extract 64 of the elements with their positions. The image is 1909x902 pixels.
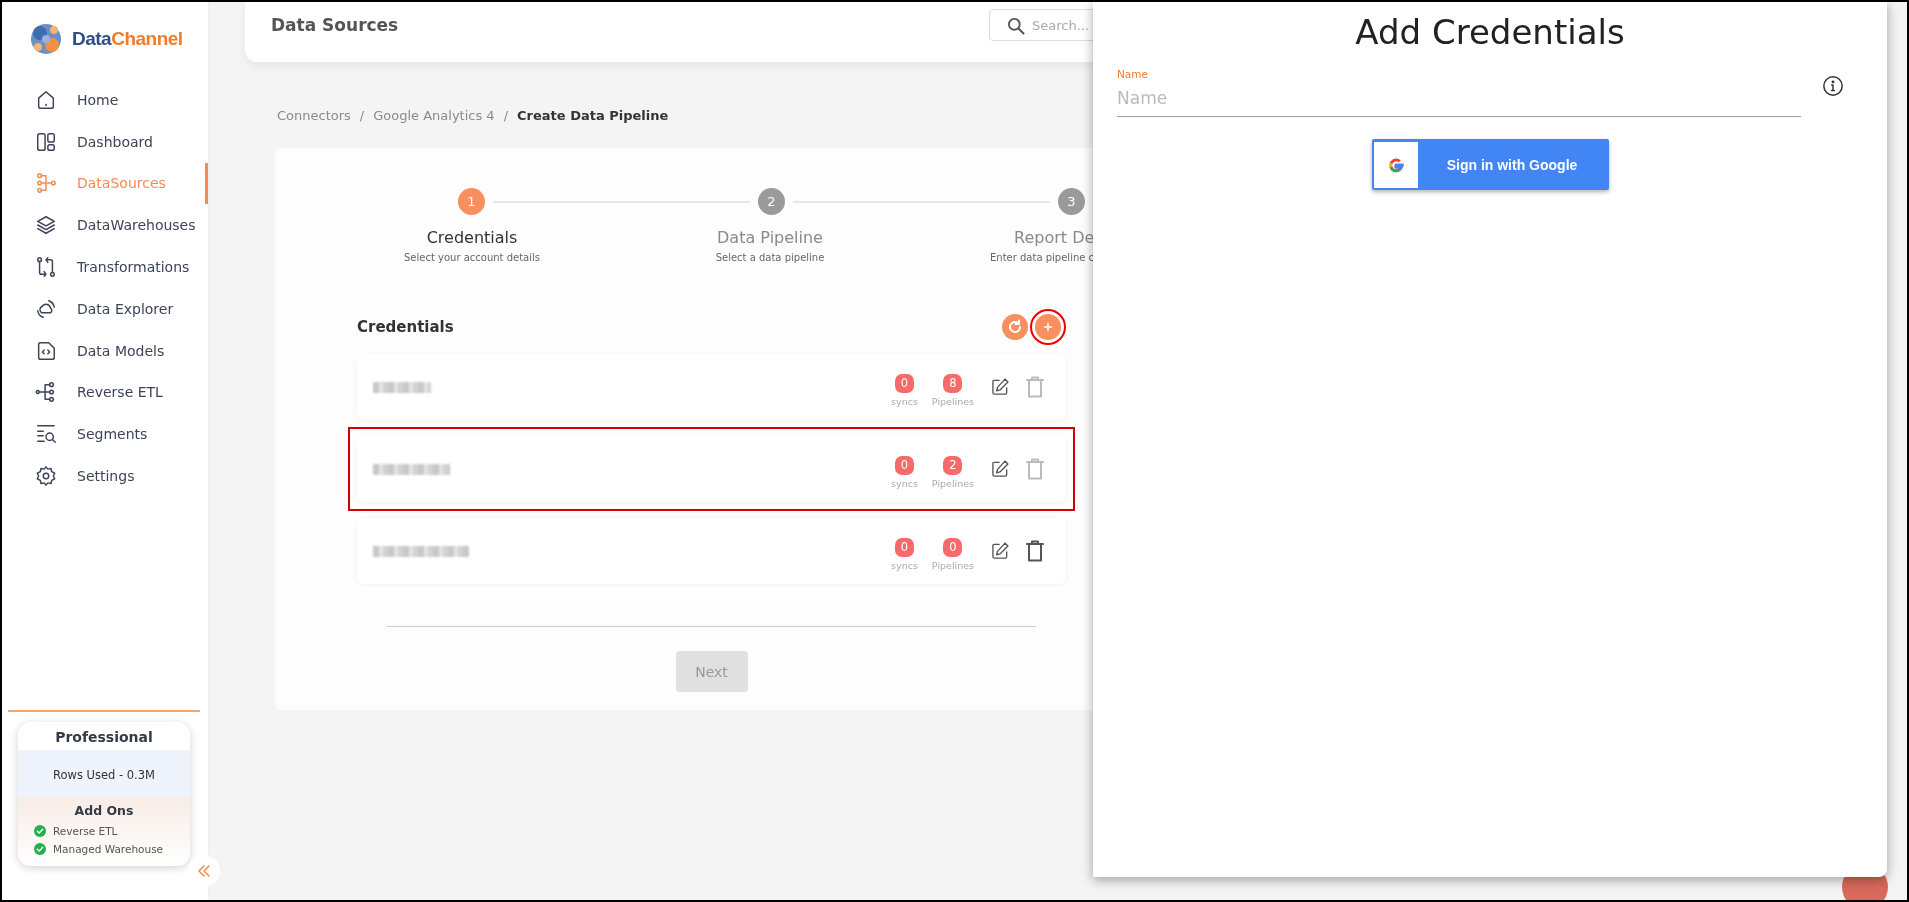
home-icon — [35, 88, 57, 111]
edit-button[interactable] — [990, 377, 1010, 397]
delete-button[interactable] — [1026, 540, 1044, 562]
search-icon — [1006, 16, 1026, 36]
branch-icon — [35, 172, 57, 195]
pipeline-label: Pipelines — [931, 395, 974, 407]
nav-item[interactable]: Settings — [2, 455, 208, 497]
nav-item[interactable]: Data Explorer — [2, 288, 208, 330]
step-description: Select a data pipeline — [714, 252, 826, 263]
step-number: 2 — [758, 188, 785, 215]
sync-label: syncs — [891, 559, 918, 571]
layers-icon — [35, 214, 57, 237]
dashboard-icon — [35, 130, 57, 153]
edit-button[interactable] — [990, 459, 1010, 479]
page-title: Data Sources — [271, 15, 400, 35]
swap-icon — [35, 256, 57, 279]
addons-title: Add Ons — [73, 803, 135, 818]
pipeline-count: 2 — [943, 455, 963, 475]
section-title: Credentials — [357, 318, 454, 336]
google-sign-in-button[interactable]: Sign in with Google — [1371, 139, 1609, 190]
pipeline-label: Pipelines — [931, 477, 974, 489]
nav-item[interactable]: Segments — [2, 413, 208, 456]
nav-item[interactable]: Home — [2, 79, 208, 121]
pipeline-count: 0 — [943, 537, 963, 557]
refresh-icon — [1007, 319, 1023, 335]
breadcrumb-separator: / — [359, 107, 365, 123]
segments-search-icon — [35, 423, 57, 446]
pipeline-count: 8 — [943, 373, 963, 393]
logo-text: DataChannel — [72, 28, 183, 50]
edit-button[interactable] — [990, 541, 1010, 561]
step-number: 3 — [1058, 188, 1085, 215]
breadcrumb-current: Create Data Pipeline — [517, 107, 669, 123]
plus-icon — [1043, 322, 1053, 332]
sync-label: syncs — [891, 395, 918, 407]
field-label: Name — [1117, 68, 1149, 80]
panel-title: Add Credentials — [1355, 12, 1625, 52]
nav-item[interactable]: Dashboard — [2, 120, 208, 163]
step-description: Select your account details — [403, 252, 541, 263]
addon-label: Reverse ETL — [53, 825, 118, 837]
network-icon — [35, 381, 57, 404]
addon-label: Managed Warehouse — [53, 843, 164, 855]
step-label: Report De — [1013, 228, 1096, 247]
step-description: Enter data pipeline c — [989, 252, 1096, 263]
step-label: Data Pipeline — [716, 228, 824, 247]
info-icon — [1822, 74, 1844, 97]
step-number: 1 — [458, 188, 485, 215]
breadcrumb-separator: / — [503, 107, 509, 123]
sync-count: 0 — [894, 373, 914, 393]
sync-label: syncs — [891, 477, 918, 489]
name-field[interactable]: Name — [1117, 88, 1801, 117]
nav-item[interactable]: Data Models — [2, 329, 208, 372]
settings-icon — [35, 465, 57, 488]
double-chevron-icon — [197, 864, 211, 878]
nav-item[interactable]: Reverse ETL — [2, 371, 208, 414]
usage-text: Rows Used - 0.3M — [53, 768, 155, 782]
plan-title: Professional — [54, 728, 154, 747]
step-label: Credentials — [425, 228, 519, 247]
nav-item[interactable]: Transformations — [2, 246, 208, 288]
nav-item[interactable]: DataWarehouses — [2, 204, 208, 247]
code-file-icon — [35, 339, 57, 362]
sync-count: 0 — [894, 455, 914, 475]
cloud-sync-icon — [35, 297, 57, 320]
sync-count: 0 — [894, 537, 914, 557]
pipeline-label: Pipelines — [931, 559, 974, 571]
